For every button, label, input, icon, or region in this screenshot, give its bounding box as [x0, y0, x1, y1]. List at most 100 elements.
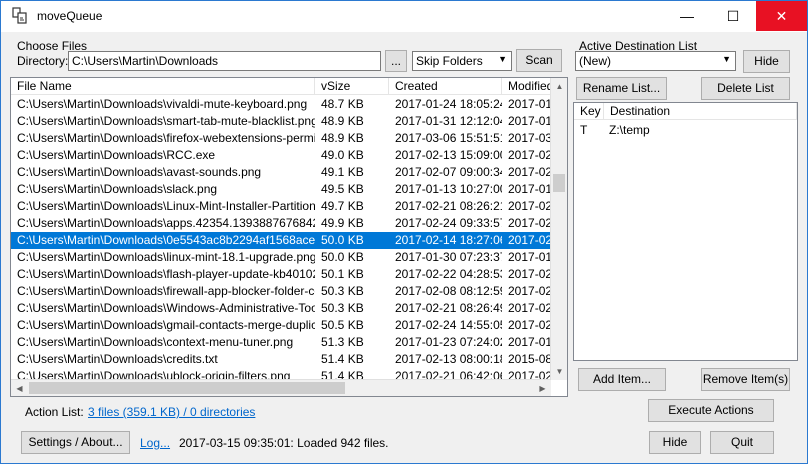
- table-row[interactable]: C:\Users\Martin\Downloads\smart-tab-mute…: [11, 113, 551, 130]
- file-created-cell: 2017-01-23 07:24:02: [395, 335, 502, 349]
- settings-about-button[interactable]: Settings / About...: [21, 431, 130, 454]
- dropdown-arrow-icon: ▼: [722, 54, 731, 64]
- table-row[interactable]: C:\Users\Martin\Downloads\Windows-Admini…: [11, 300, 551, 317]
- destination-key: T: [580, 123, 588, 137]
- scroll-down-icon[interactable]: ▼: [551, 363, 567, 380]
- scan-button[interactable]: Scan: [516, 49, 562, 72]
- add-item-button[interactable]: Add Item...: [578, 368, 666, 391]
- file-modified-cell: 2017-02-: [508, 318, 551, 332]
- log-link[interactable]: Log...: [140, 436, 170, 450]
- file-created-cell: 2017-02-21 08:26:21: [395, 199, 502, 213]
- scroll-up-icon[interactable]: ▲: [551, 78, 567, 95]
- column-header-key[interactable]: Key: [574, 103, 604, 120]
- column-header-modified[interactable]: Modified: [502, 78, 551, 95]
- table-row[interactable]: C:\Users\Martin\Downloads\slack.png 49.5 …: [11, 181, 551, 198]
- action-list-label: Action List:: [25, 405, 84, 419]
- file-size-cell: 51.4 KB: [321, 352, 364, 366]
- quit-button[interactable]: Quit: [710, 431, 774, 454]
- delete-list-button[interactable]: Delete List: [701, 77, 790, 100]
- vertical-scroll-thumb[interactable]: [553, 174, 565, 192]
- hide-button[interactable]: Hide: [649, 431, 701, 454]
- title-bar[interactable]: moveQueue — ☐ ✕: [1, 1, 807, 32]
- file-list[interactable]: File Name vSize Created Modified C:\User…: [10, 77, 568, 397]
- file-name-cell: C:\Users\Martin\Downloads\apps.42354.139…: [17, 216, 315, 230]
- status-text: 2017-03-15 09:35:01: Loaded 942 files.: [179, 436, 389, 450]
- directory-input[interactable]: C:\Users\Martin\Downloads: [68, 51, 381, 71]
- file-size-cell: 50.5 KB: [321, 318, 364, 332]
- action-list-summary-link[interactable]: 3 files (359.1 KB) / 0 directories: [88, 405, 255, 419]
- file-modified-cell: 2017-02-: [508, 233, 551, 247]
- table-row[interactable]: C:\Users\Martin\Downloads\RCC.exe 49.0 KB…: [11, 147, 551, 164]
- browse-button[interactable]: ...: [385, 50, 407, 72]
- table-row[interactable]: C:\Users\Martin\Downloads\flash-player-u…: [11, 266, 551, 283]
- dropdown-arrow-icon: ▼: [498, 54, 507, 64]
- file-modified-cell: 2017-02-: [508, 165, 551, 179]
- minimize-button[interactable]: —: [664, 1, 710, 31]
- horizontal-scrollbar[interactable]: ◀ ▶: [11, 379, 551, 396]
- table-row[interactable]: C:\Users\Martin\Downloads\firefox-webext…: [11, 130, 551, 147]
- table-row[interactable]: C:\Users\Martin\Downloads\context-menu-t…: [11, 334, 551, 351]
- file-created-cell: 2017-01-31 12:12:04: [395, 114, 502, 128]
- execute-actions-button[interactable]: Execute Actions: [648, 399, 774, 422]
- table-row[interactable]: C:\Users\Martin\Downloads\apps.42354.139…: [11, 215, 551, 232]
- table-row[interactable]: C:\Users\Martin\Downloads\gmail-contacts…: [11, 317, 551, 334]
- file-size-cell: 51.3 KB: [321, 335, 364, 349]
- file-size-cell: 50.0 KB: [321, 250, 364, 264]
- maximize-button[interactable]: ☐: [710, 1, 756, 31]
- hide-destinations-button[interactable]: Hide: [743, 50, 790, 73]
- folder-mode-select[interactable]: Skip Folders ▼: [412, 51, 512, 71]
- file-size-cell: 49.1 KB: [321, 165, 364, 179]
- file-name-cell: C:\Users\Martin\Downloads\avast-sounds.p…: [17, 165, 262, 179]
- file-created-cell: 2017-02-21 08:26:49: [395, 301, 502, 315]
- file-size-cell: 48.7 KB: [321, 97, 364, 111]
- horizontal-scroll-thumb[interactable]: [29, 382, 345, 394]
- close-button[interactable]: ✕: [756, 1, 807, 31]
- destination-list-select[interactable]: (New) ▼: [575, 51, 736, 71]
- file-created-cell: 2017-01-24 18:05:24: [395, 97, 502, 111]
- column-header-vsize[interactable]: vSize: [315, 78, 389, 95]
- file-size-cell: 49.9 KB: [321, 216, 364, 230]
- table-row[interactable]: C:\Users\Martin\Downloads\0e5543ac8b2294…: [11, 232, 551, 249]
- file-created-cell: 2017-02-13 15:09:00: [395, 148, 502, 162]
- file-modified-cell: 2017-02-: [508, 284, 551, 298]
- scroll-left-icon[interactable]: ◀: [11, 380, 28, 396]
- file-created-cell: 2017-01-13 10:27:00: [395, 182, 502, 196]
- file-size-cell: 49.7 KB: [321, 199, 364, 213]
- table-row[interactable]: C:\Users\Martin\Downloads\firewall-app-b…: [11, 283, 551, 300]
- file-created-cell: 2017-02-14 18:27:06: [395, 233, 502, 247]
- destination-path: Z:\temp: [609, 123, 650, 137]
- file-name-cell: C:\Users\Martin\Downloads\context-menu-t…: [17, 335, 294, 349]
- file-name-cell: C:\Users\Martin\Downloads\Windows-Admini…: [17, 301, 315, 315]
- destination-row[interactable]: T Z:\temp: [574, 122, 797, 139]
- file-modified-cell: 2017-02-: [508, 199, 551, 213]
- remove-items-button[interactable]: Remove Item(s): [701, 368, 790, 391]
- table-row[interactable]: C:\Users\Martin\Downloads\vivaldi-mute-k…: [11, 96, 551, 113]
- table-row[interactable]: C:\Users\Martin\Downloads\Linux-Mint-Ins…: [11, 198, 551, 215]
- table-row[interactable]: C:\Users\Martin\Downloads\credits.txt 51.…: [11, 351, 551, 368]
- file-size-cell: 49.5 KB: [321, 182, 364, 196]
- destination-list[interactable]: Key Destination T Z:\temp: [573, 102, 798, 361]
- file-size-cell: 50.3 KB: [321, 284, 364, 298]
- file-created-cell: 2017-02-24 09:33:57: [395, 216, 502, 230]
- table-row[interactable]: C:\Users\Martin\Downloads\avast-sounds.p…: [11, 164, 551, 181]
- file-created-cell: 2017-01-30 07:23:37: [395, 250, 502, 264]
- rename-list-button[interactable]: Rename List...: [576, 77, 667, 100]
- vertical-scrollbar[interactable]: ▲ ▼: [550, 78, 567, 380]
- file-size-cell: 50.1 KB: [321, 267, 364, 281]
- file-name-cell: C:\Users\Martin\Downloads\flash-player-u…: [17, 267, 315, 281]
- column-header-filename[interactable]: File Name: [11, 78, 315, 95]
- file-modified-cell: 2017-02-: [508, 216, 551, 230]
- scroll-right-icon[interactable]: ▶: [534, 380, 551, 396]
- window-title: moveQueue: [37, 9, 103, 23]
- directory-label: Directory:: [17, 54, 69, 68]
- file-size-cell: 48.9 KB: [321, 131, 364, 145]
- file-size-cell: 49.0 KB: [321, 148, 364, 162]
- table-row[interactable]: C:\Users\Martin\Downloads\linux-mint-18.…: [11, 249, 551, 266]
- file-modified-cell: 2017-01-: [508, 250, 551, 264]
- column-header-created[interactable]: Created: [389, 78, 502, 95]
- file-modified-cell: 2017-01-: [508, 182, 551, 196]
- file-name-cell: C:\Users\Martin\Downloads\vivaldi-mute-k…: [17, 97, 308, 111]
- column-header-destination[interactable]: Destination: [604, 103, 797, 120]
- file-created-cell: 2017-03-06 15:51:51: [395, 131, 502, 145]
- file-created-cell: 2017-02-08 08:12:59: [395, 284, 502, 298]
